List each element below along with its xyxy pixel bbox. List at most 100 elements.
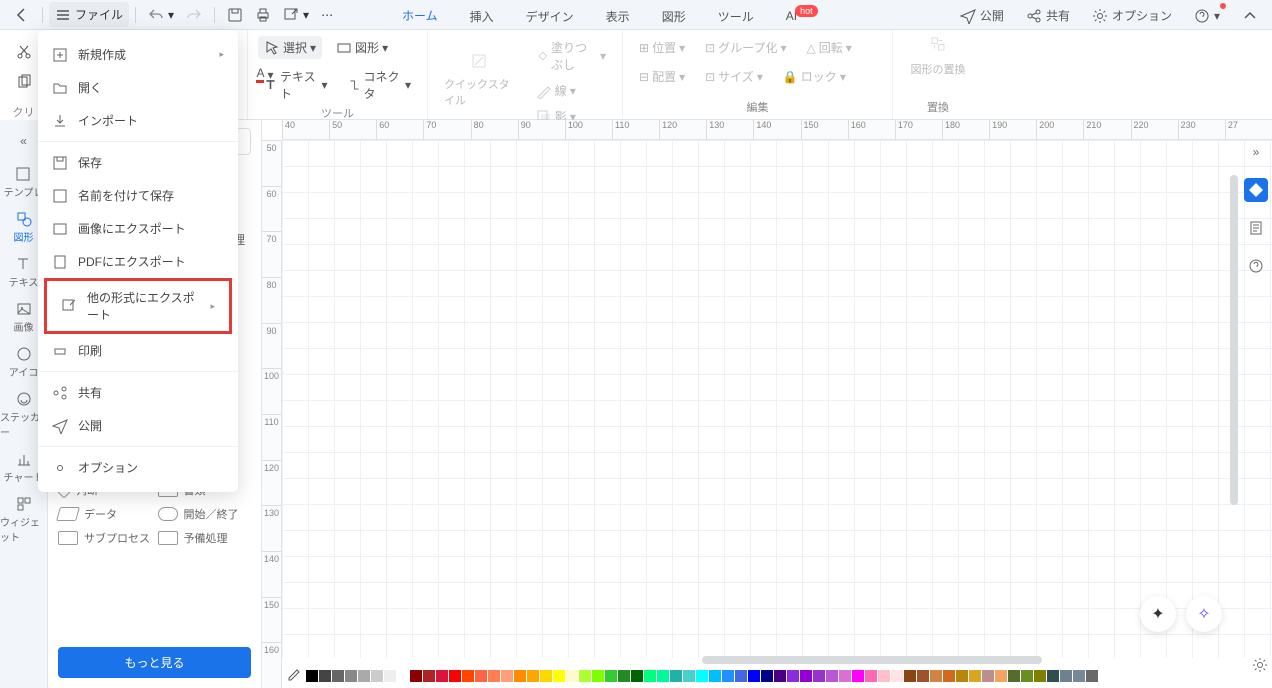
collapse-ribbon-button[interactable] — [1238, 5, 1262, 27]
color-swatch[interactable] — [436, 670, 448, 682]
color-swatch[interactable] — [449, 670, 461, 682]
ai-sparkle-button[interactable]: ✦ — [1140, 596, 1176, 632]
rail-shapes[interactable]: 図形 — [14, 211, 34, 244]
color-swatch[interactable] — [462, 670, 474, 682]
menu-open[interactable]: 開く — [38, 71, 238, 104]
color-swatch[interactable] — [735, 670, 747, 682]
menu-export-pdf[interactable]: PDFにエクスポート — [38, 245, 238, 278]
help-button[interactable]: ▾ — [1190, 5, 1224, 27]
color-swatch[interactable] — [800, 670, 812, 682]
color-swatch[interactable] — [514, 670, 526, 682]
menu-export-image[interactable]: 画像にエクスポート — [38, 212, 238, 245]
menu-import[interactable]: インポート — [38, 104, 238, 137]
color-swatch[interactable] — [865, 670, 877, 682]
horizontal-scrollbar[interactable] — [702, 656, 1042, 664]
color-swatch[interactable] — [553, 670, 565, 682]
redo-button[interactable] — [180, 3, 208, 27]
color-swatch[interactable] — [878, 670, 890, 682]
color-swatch[interactable] — [1060, 670, 1072, 682]
right-panel-fill[interactable] — [1244, 178, 1268, 202]
color-swatch[interactable] — [631, 670, 643, 682]
replace-shape-icon[interactable] — [930, 36, 946, 52]
replace-button[interactable]: 図形の置換 — [905, 58, 972, 80]
color-swatch[interactable] — [644, 670, 656, 682]
canvas[interactable]: 4050607080901001101201301401501601701801… — [262, 120, 1272, 688]
tab-tool[interactable]: ツール — [716, 2, 756, 31]
menu-share[interactable]: 共有 — [38, 376, 238, 409]
tab-insert[interactable]: 挿入 — [468, 2, 496, 31]
color-swatch[interactable] — [1021, 670, 1033, 682]
shape-item[interactable]: データ — [58, 506, 152, 522]
menu-save[interactable]: 保存 — [38, 146, 238, 179]
fill-button[interactable]: 塗りつぶし▾ — [530, 36, 612, 76]
color-swatch[interactable] — [839, 670, 851, 682]
color-swatch[interactable] — [527, 670, 539, 682]
menu-options[interactable]: オプション — [38, 451, 238, 484]
shape-tool-button[interactable]: 図形▾ — [330, 36, 394, 59]
tab-ai[interactable]: AIhot — [784, 3, 822, 29]
menu-publish[interactable]: 公開 — [38, 409, 238, 442]
color-swatch[interactable] — [475, 670, 487, 682]
color-swatch[interactable] — [917, 670, 929, 682]
color-swatch[interactable] — [1047, 670, 1059, 682]
print-button[interactable] — [249, 3, 277, 27]
quickstyle-button[interactable]: クイックスタイル — [438, 73, 520, 111]
position-button[interactable]: ⊞位置▾ — [633, 36, 691, 59]
color-swatch[interactable] — [956, 670, 968, 682]
color-swatch[interactable] — [683, 670, 695, 682]
color-swatch[interactable] — [943, 670, 955, 682]
color-swatch[interactable] — [995, 670, 1007, 682]
color-swatch[interactable] — [579, 670, 591, 682]
color-swatch[interactable] — [358, 670, 370, 682]
color-swatch[interactable] — [1034, 670, 1046, 682]
color-swatch[interactable] — [592, 670, 604, 682]
color-swatch[interactable] — [618, 670, 630, 682]
color-swatch[interactable] — [306, 670, 318, 682]
color-swatch[interactable] — [813, 670, 825, 682]
shape-item[interactable]: 予備処理 — [158, 530, 252, 546]
ai-assistant-button[interactable]: ✧ — [1186, 596, 1222, 632]
menu-save-as[interactable]: 名前を付けて保存 — [38, 179, 238, 212]
color-swatch[interactable] — [657, 670, 669, 682]
connector-tool-button[interactable]: コネクタ▾ — [342, 65, 417, 105]
text-tool-button[interactable]: テキスト▾ — [258, 65, 334, 105]
tab-home[interactable]: ホーム — [400, 1, 440, 32]
color-swatch[interactable] — [670, 670, 682, 682]
tab-shape[interactable]: 図形 — [660, 2, 688, 31]
color-swatch[interactable] — [501, 670, 513, 682]
vertical-scrollbar[interactable] — [1230, 175, 1238, 505]
color-swatch[interactable] — [384, 670, 396, 682]
color-swatch[interactable] — [969, 670, 981, 682]
color-swatch[interactable] — [709, 670, 721, 682]
undo-button[interactable]: ▾ — [142, 3, 180, 27]
color-swatch[interactable] — [1086, 670, 1098, 682]
shape-item[interactable]: 開始／終了 — [158, 506, 252, 522]
color-swatch[interactable] — [696, 670, 708, 682]
color-swatch[interactable] — [345, 670, 357, 682]
copy-icon[interactable] — [16, 74, 32, 90]
color-swatch[interactable] — [826, 670, 838, 682]
color-swatch[interactable] — [566, 670, 578, 682]
color-swatch[interactable] — [540, 670, 552, 682]
color-swatch[interactable] — [488, 670, 500, 682]
menu-new[interactable]: 新規作成▸ — [38, 38, 238, 71]
dropper-icon[interactable] — [285, 668, 301, 684]
lock-button[interactable]: 🔒ロック▾ — [777, 65, 852, 88]
line-button[interactable]: 線▾ — [530, 79, 612, 102]
canvas-grid[interactable] — [282, 140, 1272, 658]
rail-widget[interactable]: ウィジェット — [0, 496, 47, 544]
size-button[interactable]: ⊡サイズ▾ — [699, 65, 769, 88]
share-button[interactable]: 共有 — [1022, 4, 1074, 27]
rail-image[interactable]: 画像 — [14, 301, 34, 334]
color-swatch[interactable] — [1073, 670, 1085, 682]
select-tool-button[interactable]: 選択▾ — [258, 36, 322, 59]
quickstyle-icon[interactable] — [471, 53, 487, 69]
options-button[interactable]: オプション — [1088, 4, 1176, 27]
rotate-button[interactable]: △回転▾ — [800, 36, 857, 59]
color-swatch[interactable] — [930, 670, 942, 682]
group-button[interactable]: ⊡グループ化▾ — [699, 36, 792, 59]
save-button[interactable] — [221, 3, 249, 27]
cut-icon[interactable] — [16, 44, 32, 60]
align-objects-button[interactable]: ⊟配置▾ — [633, 65, 691, 88]
color-swatch[interactable] — [722, 670, 734, 682]
